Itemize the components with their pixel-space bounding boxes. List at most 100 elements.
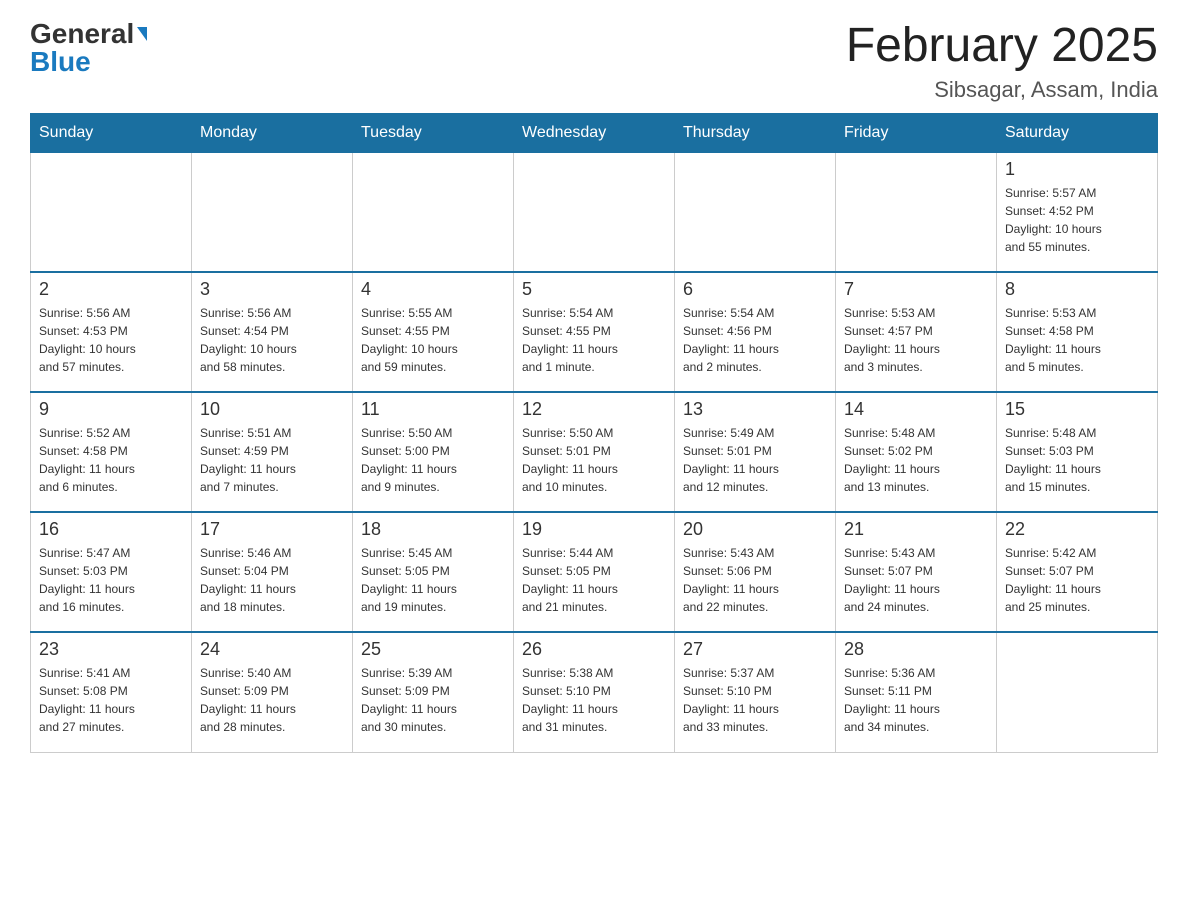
day-number: 26 (522, 639, 666, 660)
calendar-cell: 16 Sunrise: 5:47 AMSunset: 5:03 PMDayligh… (31, 512, 192, 632)
day-number: 1 (1005, 159, 1149, 180)
calendar-cell: 11 Sunrise: 5:50 AMSunset: 5:00 PMDayligh… (353, 392, 514, 512)
day-info: Sunrise: 5:53 AMSunset: 4:58 PMDaylight:… (1005, 304, 1149, 376)
day-number: 22 (1005, 519, 1149, 540)
day-number: 16 (39, 519, 183, 540)
day-info: Sunrise: 5:51 AMSunset: 4:59 PMDaylight:… (200, 424, 344, 496)
day-number: 2 (39, 279, 183, 300)
day-info: Sunrise: 5:50 AMSunset: 5:01 PMDaylight:… (522, 424, 666, 496)
day-info: Sunrise: 5:43 AMSunset: 5:06 PMDaylight:… (683, 544, 827, 616)
calendar-cell: 21 Sunrise: 5:43 AMSunset: 5:07 PMDayligh… (836, 512, 997, 632)
day-info: Sunrise: 5:41 AMSunset: 5:08 PMDaylight:… (39, 664, 183, 736)
logo-general-text: General (30, 20, 134, 48)
day-number: 12 (522, 399, 666, 420)
day-info: Sunrise: 5:40 AMSunset: 5:09 PMDaylight:… (200, 664, 344, 736)
calendar-cell: 10 Sunrise: 5:51 AMSunset: 4:59 PMDayligh… (192, 392, 353, 512)
calendar-cell (31, 152, 192, 272)
calendar-cell: 20Sunrise: 5:43 AMSunset: 5:06 PMDayligh… (675, 512, 836, 632)
day-number: 21 (844, 519, 988, 540)
day-number: 8 (1005, 279, 1149, 300)
calendar-cell: 7 Sunrise: 5:53 AMSunset: 4:57 PMDaylight… (836, 272, 997, 392)
calendar-cell: 2 Sunrise: 5:56 AMSunset: 4:53 PMDaylight… (31, 272, 192, 392)
calendar-cell (192, 152, 353, 272)
day-info: Sunrise: 5:52 AMSunset: 4:58 PMDaylight:… (39, 424, 183, 496)
day-number: 15 (1005, 399, 1149, 420)
day-info: Sunrise: 5:48 AMSunset: 5:02 PMDaylight:… (844, 424, 988, 496)
calendar-week-row: 23 Sunrise: 5:41 AMSunset: 5:08 PMDayligh… (31, 632, 1158, 752)
calendar-cell: 4Sunrise: 5:55 AMSunset: 4:55 PMDaylight… (353, 272, 514, 392)
day-info: Sunrise: 5:38 AMSunset: 5:10 PMDaylight:… (522, 664, 666, 736)
calendar-cell (675, 152, 836, 272)
day-number: 11 (361, 399, 505, 420)
calendar-cell (514, 152, 675, 272)
calendar-week-row: 16 Sunrise: 5:47 AMSunset: 5:03 PMDayligh… (31, 512, 1158, 632)
day-info: Sunrise: 5:47 AMSunset: 5:03 PMDaylight:… (39, 544, 183, 616)
calendar-cell: 1Sunrise: 5:57 AMSunset: 4:52 PMDaylight… (997, 152, 1158, 272)
day-info: Sunrise: 5:48 AMSunset: 5:03 PMDaylight:… (1005, 424, 1149, 496)
calendar-cell: 9Sunrise: 5:52 AMSunset: 4:58 PMDaylight… (31, 392, 192, 512)
calendar-cell: 24 Sunrise: 5:40 AMSunset: 5:09 PMDayligh… (192, 632, 353, 752)
weekday-header-monday: Monday (192, 113, 353, 152)
calendar-cell: 8 Sunrise: 5:53 AMSunset: 4:58 PMDaylight… (997, 272, 1158, 392)
day-info: Sunrise: 5:56 AMSunset: 4:53 PMDaylight:… (39, 304, 183, 376)
day-number: 27 (683, 639, 827, 660)
calendar-cell (353, 152, 514, 272)
location-text: Sibsagar, Assam, India (846, 77, 1158, 103)
day-number: 4 (361, 279, 505, 300)
calendar-week-row: 1Sunrise: 5:57 AMSunset: 4:52 PMDaylight… (31, 152, 1158, 272)
day-info: Sunrise: 5:42 AMSunset: 5:07 PMDaylight:… (1005, 544, 1149, 616)
day-number: 18 (361, 519, 505, 540)
day-number: 17 (200, 519, 344, 540)
calendar-table: SundayMondayTuesdayWednesdayThursdayFrid… (30, 113, 1158, 753)
day-info: Sunrise: 5:44 AMSunset: 5:05 PMDaylight:… (522, 544, 666, 616)
day-info: Sunrise: 5:54 AMSunset: 4:55 PMDaylight:… (522, 304, 666, 376)
day-number: 14 (844, 399, 988, 420)
day-number: 10 (200, 399, 344, 420)
day-number: 5 (522, 279, 666, 300)
calendar-week-row: 2 Sunrise: 5:56 AMSunset: 4:53 PMDaylight… (31, 272, 1158, 392)
day-info: Sunrise: 5:36 AMSunset: 5:11 PMDaylight:… (844, 664, 988, 736)
day-number: 6 (683, 279, 827, 300)
logo-blue-text: Blue (30, 48, 91, 76)
day-number: 7 (844, 279, 988, 300)
weekday-header-row: SundayMondayTuesdayWednesdayThursdayFrid… (31, 113, 1158, 152)
calendar-cell: 23 Sunrise: 5:41 AMSunset: 5:08 PMDayligh… (31, 632, 192, 752)
weekday-header-thursday: Thursday (675, 113, 836, 152)
calendar-cell (997, 632, 1158, 752)
calendar-cell: 3Sunrise: 5:56 AMSunset: 4:54 PMDaylight… (192, 272, 353, 392)
day-number: 28 (844, 639, 988, 660)
day-number: 25 (361, 639, 505, 660)
calendar-cell: 25 Sunrise: 5:39 AMSunset: 5:09 PMDayligh… (353, 632, 514, 752)
calendar-cell (836, 152, 997, 272)
page-header: General Blue February 2025 Sibsagar, Ass… (30, 20, 1158, 103)
logo-arrow-icon (137, 27, 147, 41)
calendar-cell: 15 Sunrise: 5:48 AMSunset: 5:03 PMDayligh… (997, 392, 1158, 512)
month-title: February 2025 (846, 20, 1158, 73)
day-info: Sunrise: 5:43 AMSunset: 5:07 PMDaylight:… (844, 544, 988, 616)
day-info: Sunrise: 5:53 AMSunset: 4:57 PMDaylight:… (844, 304, 988, 376)
day-info: Sunrise: 5:39 AMSunset: 5:09 PMDaylight:… (361, 664, 505, 736)
logo: General Blue (30, 20, 147, 76)
calendar-cell: 18 Sunrise: 5:45 AMSunset: 5:05 PMDayligh… (353, 512, 514, 632)
calendar-cell: 13 Sunrise: 5:49 AMSunset: 5:01 PMDayligh… (675, 392, 836, 512)
weekday-header-saturday: Saturday (997, 113, 1158, 152)
day-info: Sunrise: 5:49 AMSunset: 5:01 PMDaylight:… (683, 424, 827, 496)
weekday-header-sunday: Sunday (31, 113, 192, 152)
weekday-header-tuesday: Tuesday (353, 113, 514, 152)
day-info: Sunrise: 5:50 AMSunset: 5:00 PMDaylight:… (361, 424, 505, 496)
calendar-cell: 5 Sunrise: 5:54 AMSunset: 4:55 PMDaylight… (514, 272, 675, 392)
calendar-cell: 26 Sunrise: 5:38 AMSunset: 5:10 PMDayligh… (514, 632, 675, 752)
calendar-cell: 12 Sunrise: 5:50 AMSunset: 5:01 PMDayligh… (514, 392, 675, 512)
day-info: Sunrise: 5:46 AMSunset: 5:04 PMDaylight:… (200, 544, 344, 616)
day-number: 23 (39, 639, 183, 660)
day-info: Sunrise: 5:45 AMSunset: 5:05 PMDaylight:… (361, 544, 505, 616)
calendar-cell: 28 Sunrise: 5:36 AMSunset: 5:11 PMDayligh… (836, 632, 997, 752)
day-info: Sunrise: 5:37 AMSunset: 5:10 PMDaylight:… (683, 664, 827, 736)
weekday-header-friday: Friday (836, 113, 997, 152)
calendar-week-row: 9Sunrise: 5:52 AMSunset: 4:58 PMDaylight… (31, 392, 1158, 512)
day-number: 24 (200, 639, 344, 660)
calendar-cell: 17 Sunrise: 5:46 AMSunset: 5:04 PMDayligh… (192, 512, 353, 632)
calendar-cell: 19Sunrise: 5:44 AMSunset: 5:05 PMDayligh… (514, 512, 675, 632)
calendar-cell: 27 Sunrise: 5:37 AMSunset: 5:10 PMDayligh… (675, 632, 836, 752)
day-number: 13 (683, 399, 827, 420)
